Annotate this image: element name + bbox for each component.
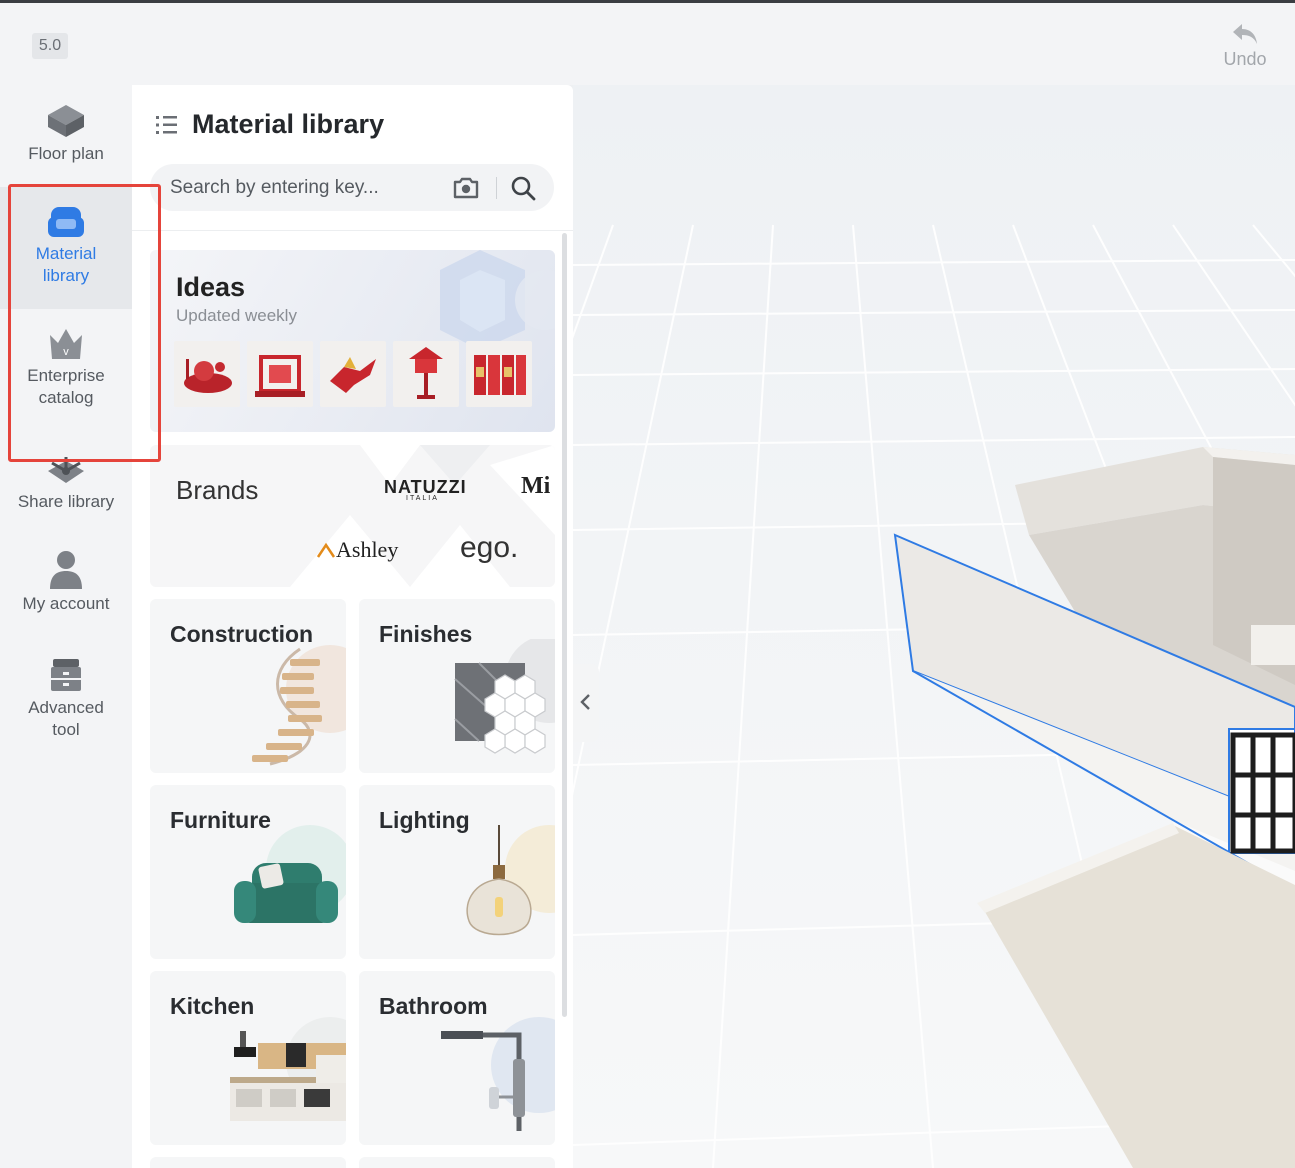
nav-enterprise-catalog[interactable]: v Enterprise catalog — [0, 327, 132, 427]
3d-viewport[interactable] — [573, 85, 1295, 1168]
panel-scrollbar[interactable] — [562, 233, 567, 1017]
natuzzi-italia-text: ITALIA — [406, 495, 439, 502]
ideas-subtitle: Updated weekly — [176, 306, 297, 325]
collapse-panel-button[interactable] — [573, 664, 599, 742]
search-input[interactable] — [170, 164, 440, 211]
ideas-thumbnail[interactable] — [247, 341, 313, 407]
ideas-thumbnail[interactable] — [174, 341, 240, 407]
search-divider — [496, 177, 497, 199]
category-lighting[interactable]: Lighting — [359, 785, 555, 959]
category-furniture[interactable]: Furniture — [150, 785, 346, 959]
nav-advanced-tool-label: Advanced tool — [28, 698, 104, 739]
nav-material-library-label: Material library — [35, 244, 97, 285]
staircase-image — [252, 645, 346, 766]
top-toolbar: 5.0 Undo — [0, 3, 1295, 85]
ideas-logo-graphic — [440, 250, 555, 350]
search-icon[interactable] — [510, 175, 536, 201]
svg-text:v: v — [63, 346, 69, 358]
brands-card[interactable]: Brands NATUZZI ITALIA Mi Ashley ego. — [150, 445, 555, 587]
ideas-title: Ideas — [176, 272, 246, 302]
ashley-house-icon — [316, 542, 336, 558]
panel-divider — [132, 230, 573, 231]
left-navigation: Floor plan Material library v Enterprise… — [0, 85, 132, 1168]
category-construction[interactable]: Construction — [150, 599, 346, 773]
kitchen-image — [230, 1017, 346, 1121]
ashley-logo: Ashley — [316, 537, 398, 563]
ideas-thumbnail[interactable] — [320, 341, 386, 407]
ideas-thumbnail[interactable] — [466, 341, 532, 407]
ashley-logo-text: Ashley — [336, 537, 399, 562]
ideas-card[interactable]: Ideas Updated weekly — [150, 250, 555, 432]
panel-title: Material library — [192, 109, 385, 139]
crown-icon: v — [50, 329, 82, 359]
nav-share-library-label: Share library — [17, 492, 115, 511]
floor-plan-icon — [48, 105, 84, 137]
chevron-left-icon — [578, 692, 592, 717]
nav-my-account[interactable]: My account — [0, 549, 132, 629]
category-card-partial[interactable] — [150, 1157, 346, 1168]
pendant-lamp-image — [466, 825, 555, 936]
nav-my-account-label: My account — [22, 594, 110, 613]
nav-floor-plan-label: Floor plan — [28, 144, 104, 163]
category-kitchen[interactable]: Kitchen — [150, 971, 346, 1145]
armchair-image — [234, 825, 346, 923]
camera-icon[interactable] — [452, 176, 480, 200]
ideas-thumbnail[interactable] — [393, 341, 459, 407]
brands-title: Brands — [176, 475, 259, 505]
undo-icon — [1233, 24, 1257, 44]
undo-button[interactable]: Undo — [1214, 21, 1276, 70]
nav-material-library[interactable]: Material library — [0, 187, 132, 309]
list-icon[interactable] — [156, 115, 178, 135]
category-finishes[interactable]: Finishes — [359, 599, 555, 773]
search-bar — [150, 164, 554, 211]
material-library-panel: Material library Ideas Updated weekly — [132, 85, 573, 1168]
nav-floor-plan[interactable]: Floor plan — [0, 103, 132, 173]
3d-scene-canvas[interactable] — [573, 85, 1295, 1168]
share-icon — [48, 457, 84, 483]
nav-enterprise-catalog-label: Enterprise catalog — [27, 366, 105, 407]
user-icon — [50, 551, 82, 589]
undo-label: Undo — [1223, 49, 1267, 69]
ego-logo: ego. — [460, 531, 519, 564]
tiles-image — [454, 639, 555, 754]
category-card-partial[interactable] — [359, 1157, 555, 1168]
nav-share-library[interactable]: Share library — [0, 453, 132, 523]
brand-mi-logo: Mi — [521, 473, 551, 499]
version-badge: 5.0 — [32, 33, 68, 59]
brands-pattern-graphic — [290, 445, 555, 587]
sofa-icon — [48, 207, 84, 237]
toolbox-icon — [51, 659, 81, 691]
nav-advanced-tool[interactable]: Advanced tool — [0, 657, 132, 757]
shower-image — [441, 1017, 555, 1131]
category-bathroom[interactable]: Bathroom — [359, 971, 555, 1145]
